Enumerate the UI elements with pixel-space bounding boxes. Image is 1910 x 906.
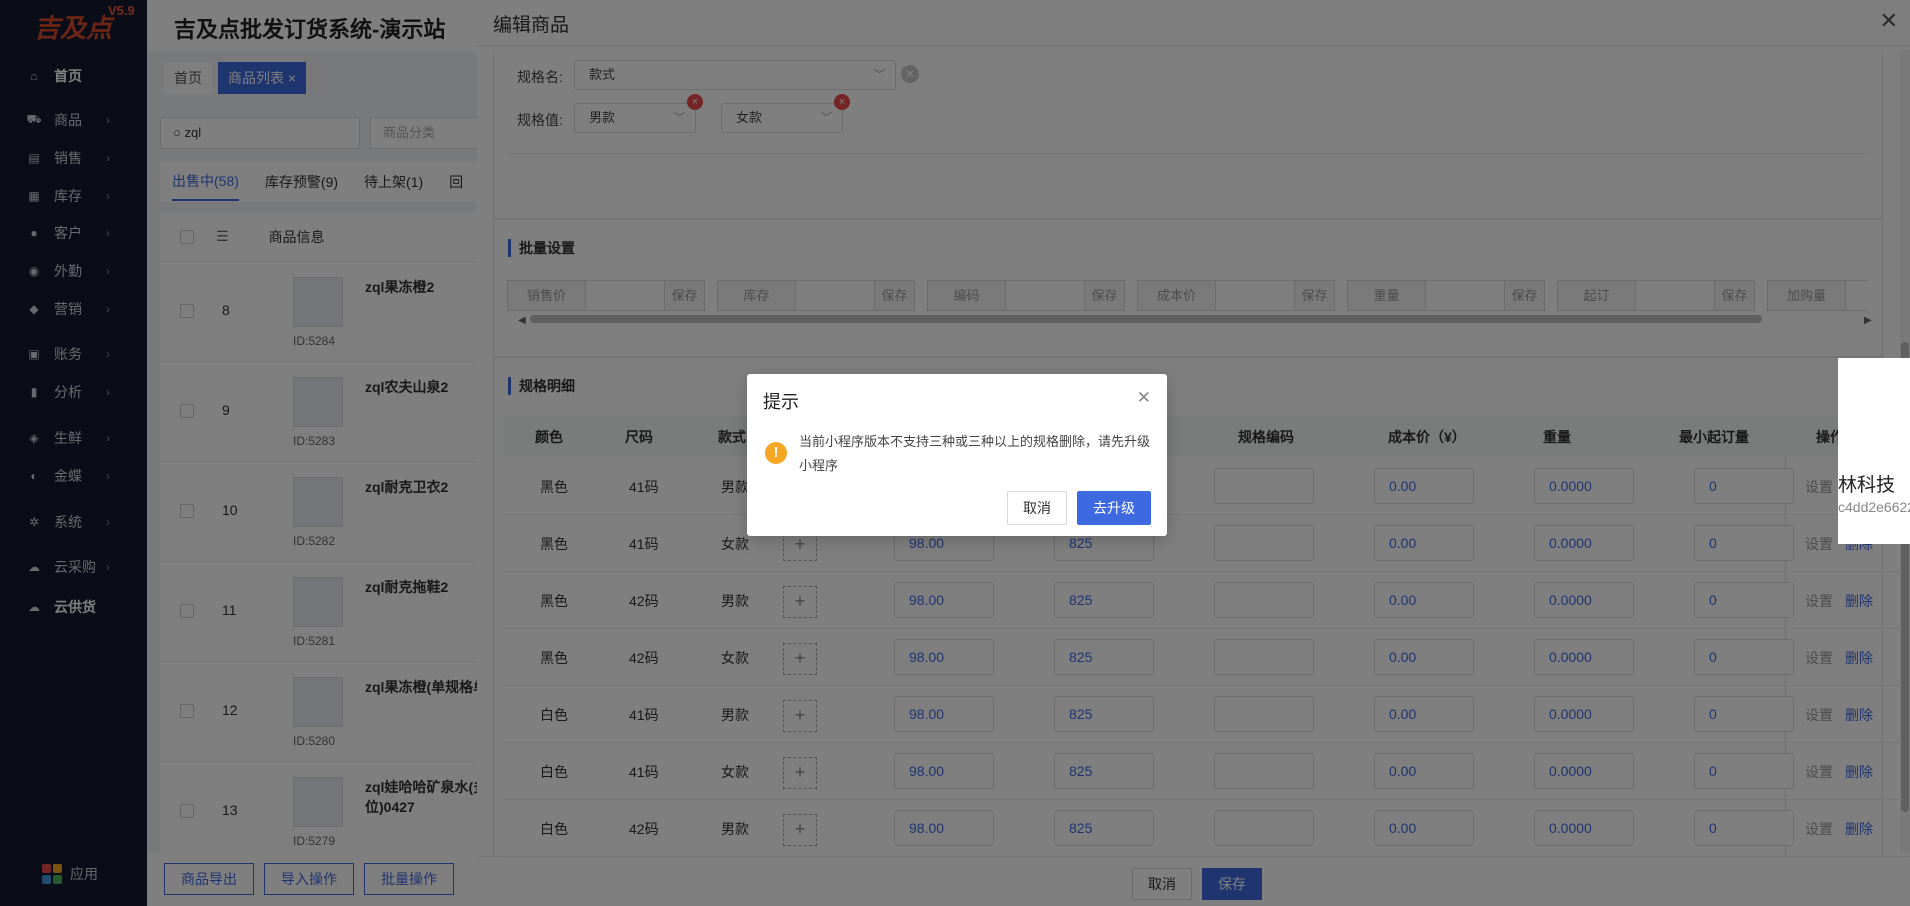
dialog-message: 当前小程序版本不支持三种或三种以上的规格删除，请先升级小程序 (799, 434, 1151, 473)
upgrade-button[interactable]: 去升级 (1077, 491, 1151, 525)
side-popup-title: 林科技 (1838, 475, 1896, 496)
side-popup-card: 林科技 c4dd2e6622 (1838, 358, 1910, 544)
warning-icon: ! (765, 442, 787, 464)
alert-dialog: 提示 ✕ ! 当前小程序版本不支持三种或三种以上的规格删除，请先升级小程序 取消… (747, 374, 1167, 536)
dialog-cancel-button[interactable]: 取消 (1007, 491, 1067, 525)
side-popup-code: c4dd2e6622 (1838, 499, 1910, 515)
dialog-title: 提示 (763, 392, 799, 412)
dialog-mask[interactable] (477, 0, 1910, 906)
close-icon[interactable]: ✕ (1137, 388, 1151, 408)
